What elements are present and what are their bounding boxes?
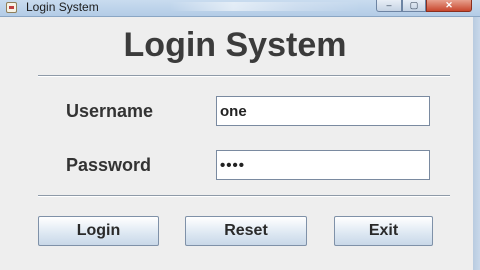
login-button[interactable]: Login	[38, 216, 159, 246]
page-title: Login System	[123, 26, 347, 64]
window-title: Login System	[26, 0, 99, 14]
app-icon	[6, 2, 17, 13]
title-bar[interactable]: Login System – ▢ ✕	[0, 0, 480, 17]
window-border-right	[473, 17, 480, 270]
exit-button[interactable]: Exit	[334, 216, 433, 246]
password-label: Password	[66, 155, 152, 175]
close-button[interactable]: ✕	[426, 0, 472, 12]
username-field[interactable]	[216, 96, 430, 126]
top-separator	[38, 75, 450, 77]
title-bar-glare	[170, 2, 360, 11]
bottom-separator	[38, 195, 450, 197]
maximize-button[interactable]: ▢	[402, 0, 426, 12]
reset-button[interactable]: Reset	[185, 216, 307, 246]
username-label: Username	[66, 101, 154, 121]
password-field[interactable]	[216, 150, 430, 180]
minimize-button[interactable]: –	[376, 0, 402, 12]
